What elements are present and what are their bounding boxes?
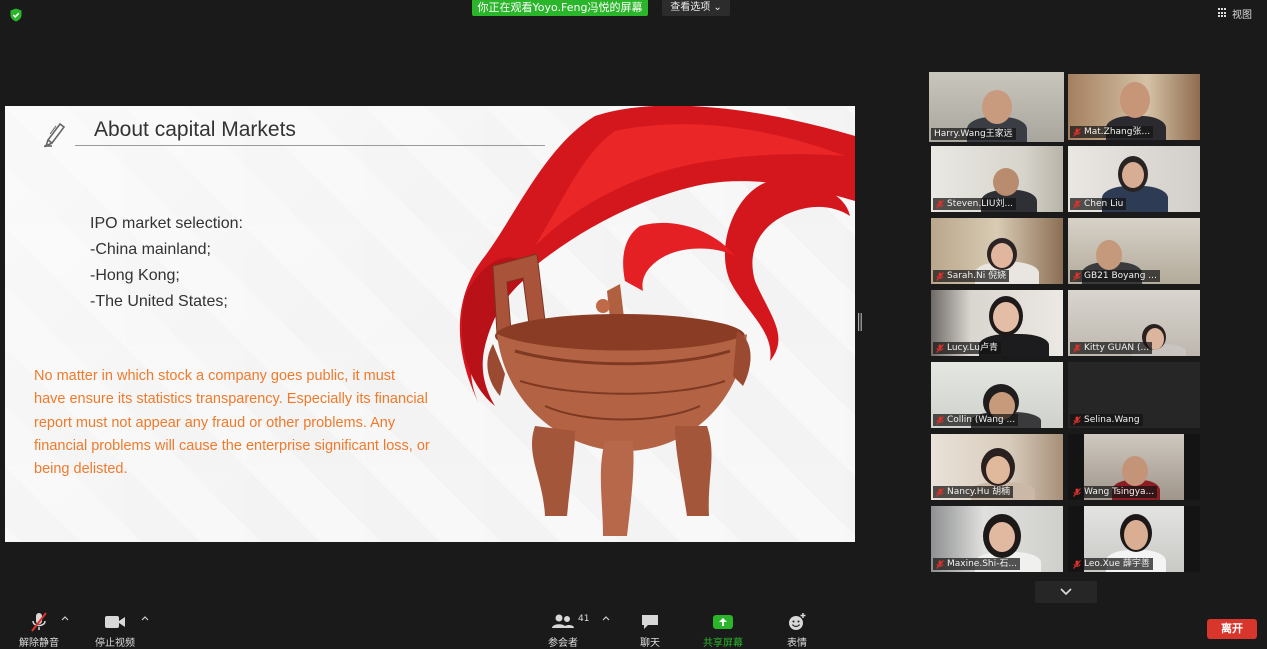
participant-tile[interactable]: Nancy.Hu 胡楠 xyxy=(931,434,1063,500)
stop-video-button[interactable]: 停止视频 xyxy=(90,612,140,649)
share-screen-icon xyxy=(713,615,733,629)
paragraph-line: No matter in which stock a company goes … xyxy=(34,368,396,384)
participant-name-label: Maxine.Shi-石... xyxy=(933,558,1020,570)
participant-count: 41 xyxy=(578,614,590,624)
paragraph-line: being delisted. xyxy=(34,461,128,478)
participant-name-label: Kitty GUAN (... xyxy=(1070,342,1153,354)
chat-button[interactable]: 聊天 xyxy=(630,612,670,649)
participants-icon xyxy=(552,614,574,628)
reactions-label: 表情 xyxy=(787,638,807,649)
participant-name-label: Mat.Zhang张... xyxy=(1070,126,1154,138)
grid-view-icon xyxy=(1218,8,1228,18)
share-screen-label: 共享屏幕 xyxy=(703,638,743,649)
participant-tile[interactable]: Steven.LIU刘... xyxy=(931,146,1063,212)
participants-options-caret-icon[interactable] xyxy=(601,614,611,622)
participant-name-label: Steven.LIU刘... xyxy=(933,198,1017,210)
participant-name-label: Sarah.Ni 倪娆 xyxy=(933,270,1010,282)
ipo-item: -China mainland; xyxy=(90,241,211,258)
slide-title: About capital Markets xyxy=(94,118,296,141)
participant-name-label: Wang Tsingya... xyxy=(1070,486,1158,498)
video-options-caret-icon[interactable] xyxy=(140,614,150,622)
muted-mic-icon xyxy=(1073,415,1081,425)
share-screen-button[interactable]: 共享屏幕 xyxy=(698,612,748,649)
participant-tile[interactable]: Kitty GUAN (... xyxy=(1068,290,1200,356)
warning-paragraph: No matter in which stock a company goes … xyxy=(34,365,474,481)
ipo-heading: IPO market selection: xyxy=(90,215,243,232)
participant-tile[interactable]: Harry.Wang王家远 xyxy=(929,72,1064,142)
participant-name-label: Selina.Wang xyxy=(1070,414,1143,426)
view-options-dropdown[interactable]: 查看选项 ⌄ xyxy=(662,0,730,16)
chevron-down-icon xyxy=(1060,588,1072,596)
security-shield-icon[interactable] xyxy=(9,8,23,22)
stop-video-label: 停止视频 xyxy=(95,638,135,649)
participants-label: 参会者 xyxy=(548,638,578,649)
panel-resize-handle[interactable] xyxy=(858,313,862,331)
participant-tile[interactable]: Lucy.Lu卢青 xyxy=(931,290,1063,356)
muted-mic-icon xyxy=(1073,559,1081,569)
ipo-item: -The United States; xyxy=(90,293,228,310)
muted-mic-icon xyxy=(936,271,944,281)
smiley-add-icon xyxy=(789,613,806,630)
muted-mic-icon xyxy=(1073,343,1081,353)
muted-mic-icon xyxy=(936,343,944,353)
participant-tile[interactable]: Maxine.Shi-石... xyxy=(931,506,1063,572)
bronze-ding-red-ribbon-illustration xyxy=(459,106,855,536)
reactions-button[interactable]: 表情 xyxy=(777,612,817,649)
chat-bubble-icon xyxy=(642,615,658,629)
participant-tile[interactable]: Leo.Xue 薛宇善 xyxy=(1068,506,1200,572)
paragraph-line: report must not appear any fraud or othe… xyxy=(34,414,396,431)
paragraph-line: have ensure its statistics transparency.… xyxy=(34,391,428,408)
muted-mic-icon xyxy=(1073,487,1081,497)
video-camera-icon xyxy=(105,616,125,628)
participant-tile[interactable]: Selina.Wang xyxy=(1068,362,1200,428)
gallery-scroll-down-button[interactable] xyxy=(1035,581,1097,603)
participant-tile[interactable]: Wang Tsingya... xyxy=(1068,434,1200,500)
muted-mic-icon xyxy=(1073,127,1081,137)
unmute-button[interactable]: 解除静音 xyxy=(14,612,64,649)
participant-tile[interactable]: Collin (Wang ... xyxy=(931,362,1063,428)
muted-mic-icon xyxy=(936,199,944,209)
pencil-icon xyxy=(44,122,66,148)
muted-mic-icon xyxy=(1073,199,1081,209)
audio-options-caret-icon[interactable] xyxy=(60,614,70,622)
shared-screen-slide: About capital Markets IPO market selecti… xyxy=(5,106,855,542)
participant-name-label: Nancy.Hu 胡楠 xyxy=(933,486,1014,498)
participant-tile[interactable]: Sarah.Ni 倪娆 xyxy=(931,218,1063,284)
participant-name-label: Harry.Wang王家远 xyxy=(931,128,1016,140)
participant-name-label: GB21 Boyang ... xyxy=(1070,270,1160,282)
muted-mic-icon xyxy=(1073,271,1081,281)
view-layout-button[interactable]: 视图 xyxy=(1218,6,1252,21)
muted-mic-icon xyxy=(936,487,944,497)
participant-name-label: Leo.Xue 薛宇善 xyxy=(1070,558,1153,570)
muted-mic-icon xyxy=(936,415,944,425)
muted-microphone-icon xyxy=(31,612,47,632)
viewing-screen-banner: 你正在观看Yoyo.Feng冯悦的屏幕 xyxy=(472,0,648,16)
participant-tile[interactable]: GB21 Boyang ... xyxy=(1068,218,1200,284)
participant-name-label: Lucy.Lu卢青 xyxy=(933,342,1001,354)
ipo-item: -Hong Kong; xyxy=(90,267,180,284)
muted-mic-icon xyxy=(936,559,944,569)
paragraph-line: financial problems will cause the enterp… xyxy=(34,437,430,454)
participant-name-label: Chen Liu xyxy=(1070,198,1127,210)
participant-name-label: Collin (Wang ... xyxy=(933,414,1019,426)
unmute-label: 解除静音 xyxy=(19,638,59,649)
chat-label: 聊天 xyxy=(640,638,660,649)
view-layout-label: 视图 xyxy=(1232,9,1252,21)
leave-meeting-button[interactable]: 离开 xyxy=(1207,619,1257,639)
participant-tile[interactable]: Mat.Zhang张... xyxy=(1068,74,1200,140)
participant-tile[interactable]: Chen Liu xyxy=(1068,146,1200,212)
ipo-market-list: IPO market selection: -China mainland; -… xyxy=(90,211,243,315)
